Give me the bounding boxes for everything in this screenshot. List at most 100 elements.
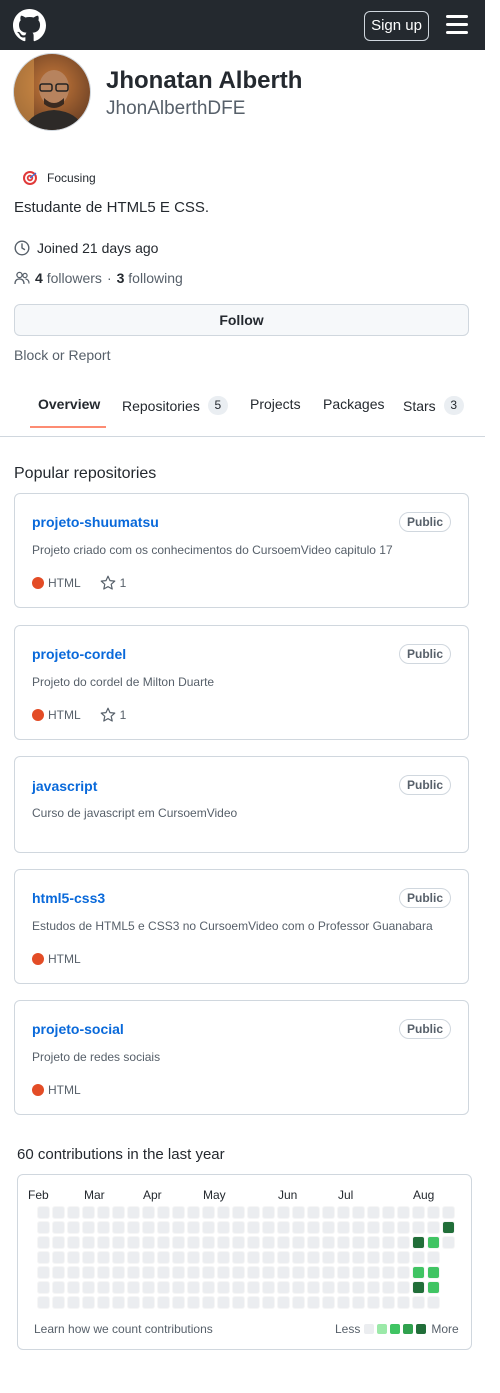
contribution-day[interactable]: [67, 1266, 80, 1279]
contribution-day[interactable]: [52, 1206, 65, 1219]
contribution-day[interactable]: [202, 1266, 215, 1279]
contribution-day[interactable]: [217, 1266, 230, 1279]
contribution-day[interactable]: [52, 1221, 65, 1234]
scrollbar[interactable]: [485, 0, 500, 1393]
contribution-day[interactable]: [157, 1221, 170, 1234]
contribution-day[interactable]: [292, 1221, 305, 1234]
stargazers-link[interactable]: 1: [100, 575, 126, 591]
contribution-day[interactable]: [367, 1251, 380, 1264]
contribution-day[interactable]: [127, 1221, 140, 1234]
contribution-day[interactable]: [232, 1236, 245, 1249]
contribution-day[interactable]: [82, 1236, 95, 1249]
tab-stars[interactable]: Stars 3: [403, 396, 464, 415]
contribution-day[interactable]: [367, 1236, 380, 1249]
contribution-day[interactable]: [37, 1266, 50, 1279]
contribution-day[interactable]: [382, 1236, 395, 1249]
contribution-day[interactable]: [352, 1266, 365, 1279]
contribution-day[interactable]: [427, 1236, 440, 1249]
contribution-day[interactable]: [262, 1206, 275, 1219]
contribution-day[interactable]: [412, 1296, 425, 1309]
contribution-day[interactable]: [142, 1221, 155, 1234]
contribution-day[interactable]: [202, 1236, 215, 1249]
contribution-day[interactable]: [307, 1236, 320, 1249]
github-logo-icon[interactable]: [13, 9, 46, 42]
contribution-day[interactable]: [202, 1296, 215, 1309]
contribution-day[interactable]: [232, 1296, 245, 1309]
tab-repositories[interactable]: Repositories 5: [122, 396, 228, 415]
contribution-day[interactable]: [382, 1251, 395, 1264]
repo-link[interactable]: html5-css3: [32, 890, 105, 906]
contribution-day[interactable]: [82, 1221, 95, 1234]
contribution-day[interactable]: [97, 1236, 110, 1249]
contribution-day[interactable]: [142, 1236, 155, 1249]
contribution-day[interactable]: [82, 1266, 95, 1279]
followers-link[interactable]: followers: [47, 270, 102, 286]
contribution-day[interactable]: [337, 1296, 350, 1309]
avatar[interactable]: [13, 53, 91, 131]
contribution-day[interactable]: [382, 1266, 395, 1279]
contribution-day[interactable]: [127, 1251, 140, 1264]
contribution-day[interactable]: [352, 1296, 365, 1309]
contribution-day[interactable]: [262, 1281, 275, 1294]
contribution-day[interactable]: [37, 1296, 50, 1309]
user-status[interactable]: Focusing: [22, 170, 96, 186]
contribution-day[interactable]: [307, 1206, 320, 1219]
hamburger-menu-icon[interactable]: [446, 15, 468, 35]
contribution-day[interactable]: [142, 1251, 155, 1264]
contribution-day[interactable]: [82, 1296, 95, 1309]
contribution-day[interactable]: [187, 1206, 200, 1219]
contribution-day[interactable]: [142, 1266, 155, 1279]
contribution-day[interactable]: [217, 1221, 230, 1234]
contribution-day[interactable]: [97, 1221, 110, 1234]
tab-projects[interactable]: Projects: [250, 396, 301, 412]
contribution-day[interactable]: [52, 1236, 65, 1249]
contribution-day[interactable]: [352, 1221, 365, 1234]
block-or-report-link[interactable]: Block or Report: [14, 347, 110, 363]
contribution-day[interactable]: [202, 1221, 215, 1234]
contribution-day[interactable]: [127, 1206, 140, 1219]
contribution-day[interactable]: [127, 1281, 140, 1294]
contribution-day[interactable]: [277, 1296, 290, 1309]
contribution-day[interactable]: [427, 1266, 440, 1279]
contribution-day[interactable]: [187, 1251, 200, 1264]
contribution-day[interactable]: [97, 1266, 110, 1279]
followers-count[interactable]: 4: [35, 270, 43, 286]
contribution-day[interactable]: [172, 1221, 185, 1234]
contribution-day[interactable]: [307, 1296, 320, 1309]
contribution-day[interactable]: [217, 1206, 230, 1219]
contribution-day[interactable]: [127, 1266, 140, 1279]
contribution-day[interactable]: [247, 1251, 260, 1264]
contribution-day[interactable]: [187, 1221, 200, 1234]
repo-link[interactable]: projeto-social: [32, 1021, 124, 1037]
contribution-day[interactable]: [217, 1281, 230, 1294]
contribution-day[interactable]: [397, 1221, 410, 1234]
contribution-day[interactable]: [397, 1266, 410, 1279]
contribution-day[interactable]: [97, 1296, 110, 1309]
contribution-day[interactable]: [37, 1251, 50, 1264]
contribution-day[interactable]: [52, 1296, 65, 1309]
contribution-day[interactable]: [202, 1281, 215, 1294]
following-count[interactable]: 3: [117, 270, 125, 286]
contribution-day[interactable]: [382, 1296, 395, 1309]
contribution-day[interactable]: [367, 1296, 380, 1309]
contribution-day[interactable]: [97, 1251, 110, 1264]
contribution-day[interactable]: [67, 1281, 80, 1294]
contribution-day[interactable]: [307, 1281, 320, 1294]
contribution-day[interactable]: [247, 1281, 260, 1294]
repo-link[interactable]: javascript: [32, 778, 97, 794]
contribution-day[interactable]: [367, 1206, 380, 1219]
contribution-day[interactable]: [277, 1206, 290, 1219]
contribution-day[interactable]: [52, 1251, 65, 1264]
learn-contributions-link[interactable]: Learn how we count contributions: [34, 1322, 213, 1336]
contribution-day[interactable]: [247, 1296, 260, 1309]
contribution-day[interactable]: [262, 1236, 275, 1249]
tab-packages[interactable]: Packages: [323, 396, 384, 412]
contribution-day[interactable]: [412, 1221, 425, 1234]
contribution-day[interactable]: [337, 1221, 350, 1234]
contribution-day[interactable]: [277, 1251, 290, 1264]
contribution-day[interactable]: [382, 1221, 395, 1234]
contribution-day[interactable]: [52, 1281, 65, 1294]
contribution-day[interactable]: [67, 1221, 80, 1234]
contribution-day[interactable]: [142, 1281, 155, 1294]
contribution-day[interactable]: [322, 1281, 335, 1294]
